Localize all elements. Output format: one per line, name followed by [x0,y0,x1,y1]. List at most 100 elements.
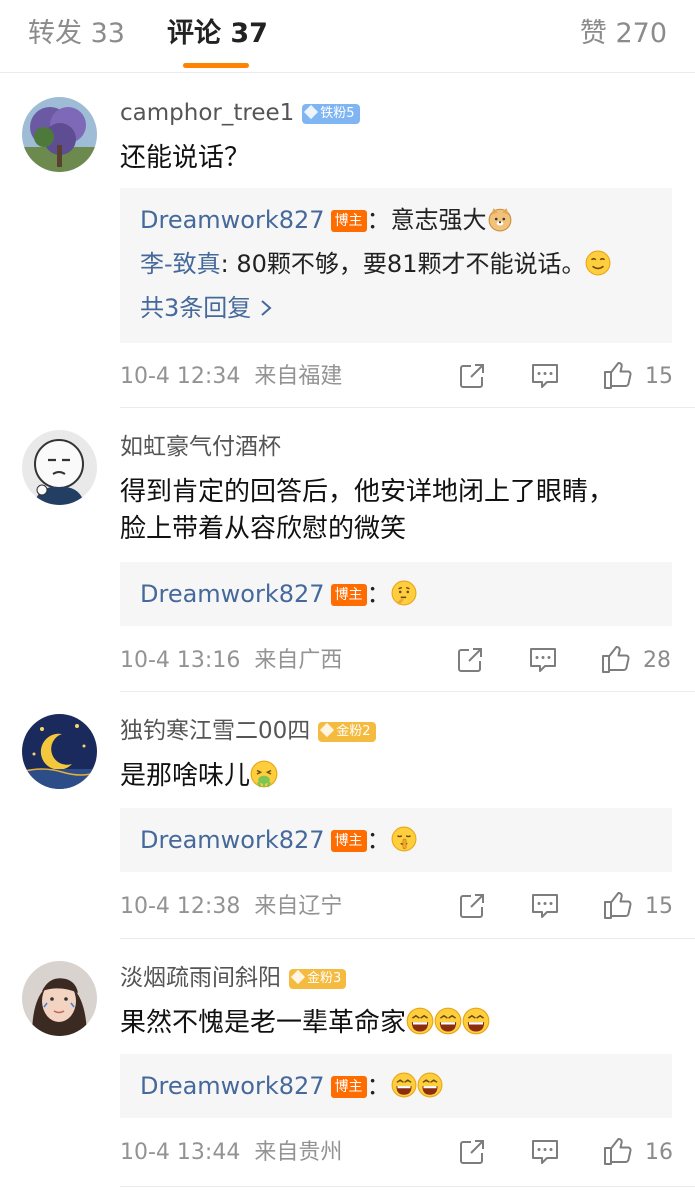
diamond-icon [320,722,335,738]
laugh-icon [391,1072,417,1098]
comment-meta: 10-4 12:38 来自辽宁 [120,892,342,922]
comment-tabs: 转发 33 评论 37 赞 270 [0,0,695,73]
comment-location: 来自福建 [254,364,343,389]
username-text[interactable]: 如虹豪气付酒杯 [120,434,281,460]
reply-line: Dreamwork827 博主： [140,824,417,856]
author-badge: 博主 [330,1076,367,1098]
comment-text-content: 是那啥味儿 [120,761,251,791]
chevron-right-icon [261,300,272,316]
reply-comment-icon[interactable] [530,892,560,920]
comment-text: 还能说话？ [120,143,251,173]
tab-reposts[interactable]: 转发 33 [28,14,125,54]
like-count: 15 [645,894,673,919]
shush-icon [391,826,417,852]
reply-author[interactable]: Dreamwork827 [140,826,325,854]
comment-text: 果然不愧是老一辈革命家 [120,1005,680,1042]
comment-time: 10-4 13:16 [120,648,241,673]
author-badge: 博主 [330,830,367,852]
share-icon[interactable] [458,1138,486,1166]
avatar[interactable] [22,430,97,505]
comment-meta: 10-4 12:34 来自福建 [120,362,342,392]
smirk-icon [585,250,611,276]
fan-badge[interactable]: 铁粉5 [302,104,360,124]
laugh-icon [434,1007,462,1035]
username-text[interactable]: 淡烟疏雨间斜阳 [120,965,281,991]
divider [120,938,695,939]
avatar[interactable] [22,97,97,172]
reply-separator: ： [366,1072,391,1100]
reply-comment-icon[interactable] [528,646,558,674]
like-count: 28 [643,648,671,673]
reply-box[interactable]: Dreamwork827 博主： [120,808,672,872]
divider [120,407,695,408]
divider [120,1186,695,1187]
vomit-icon [250,760,278,788]
username-text[interactable]: camphor_tree1 [120,100,294,126]
avatar[interactable] [22,961,97,1036]
comment-meta: 10-4 13:16 来自广西 [120,646,342,676]
like-count: 15 [645,364,673,389]
like-icon[interactable] [602,1135,634,1167]
more-replies-link[interactable]: 共3条回复 [140,292,273,324]
reply-separator: : [220,250,229,278]
share-icon[interactable] [456,646,484,674]
reply-separator: ： [366,826,391,854]
username[interactable]: 独钓寒江雪二00四 金粉2 [120,716,376,746]
comment-text-content: 果然不愧是老一辈革命家 [120,1008,407,1038]
comment-time: 10-4 12:34 [120,364,241,389]
laugh-icon [417,1072,443,1098]
avatar[interactable] [22,714,97,789]
diamond-icon [290,969,306,985]
reply-box[interactable]: Dreamwork827 博主： [120,1054,672,1118]
fan-badge[interactable]: 金粉2 [318,722,376,742]
active-tab-indicator [183,63,249,68]
comment-text: 是那啥味儿 [120,758,680,795]
fan-badge-label: 金粉2 [336,724,371,739]
share-icon[interactable] [458,892,486,920]
username[interactable]: 淡烟疏雨间斜阳 金粉3 [120,963,347,993]
comment-time: 10-4 13:44 [120,1140,241,1165]
comment-location: 来自辽宁 [254,894,343,919]
reply-author[interactable]: 李-致真 [140,250,221,278]
reply-author[interactable]: Dreamwork827 [140,206,325,234]
comment-time: 10-4 12:38 [120,894,241,919]
diamond-icon [304,104,319,120]
like-icon[interactable] [602,359,634,391]
divider [120,691,695,692]
comment-meta: 10-4 13:44 来自贵州 [120,1138,342,1168]
reply-text: 80颗不够，要81颗才不能说话。 [228,250,586,278]
laugh-icon [406,1007,434,1035]
reply-comment-icon[interactable] [530,362,560,390]
like-icon[interactable] [602,889,634,921]
more-replies-label: 共3条回复 [140,294,259,322]
reply-separator: ： [366,580,391,608]
reply-author[interactable]: Dreamwork827 [140,1072,325,1100]
reply-box[interactable]: Dreamwork827 博主 ：意志强大 李-致真: 80颗不够，要81颗才不能说… [120,188,672,343]
reply-text: 意志强大 [390,206,487,234]
reply-separator: ： [366,206,391,234]
share-icon[interactable] [458,362,486,390]
author-badge: 博主 [330,210,367,232]
username[interactable]: 如虹豪气付酒杯 [120,432,281,462]
comment-location: 来自广西 [254,648,343,673]
doge-icon [488,208,511,232]
thinking-icon [391,580,417,606]
tab-likes[interactable]: 赞 270 [580,14,667,54]
reply-line: Dreamwork827 博主： [140,1070,443,1102]
reply-author[interactable]: Dreamwork827 [140,580,325,608]
fan-badge[interactable]: 金粉3 [289,969,347,989]
like-count: 16 [645,1140,673,1165]
comment-location: 来自贵州 [254,1140,343,1165]
comment-text-line: 脸上带着从容欣慰的微笑 [120,514,407,544]
comment-text: 得到肯定的回答后，他安详地闭上了眼睛， 脸上带着从容欣慰的微笑 [120,474,680,548]
username[interactable]: camphor_tree1 铁粉5 [120,98,360,128]
like-icon[interactable] [600,643,632,675]
fan-badge-label: 金粉3 [307,971,342,986]
reply-line: 李-致真: 80颗不够，要81颗才不能说话。 [140,248,611,280]
reply-comment-icon[interactable] [530,1138,560,1166]
laugh-icon [462,1007,490,1035]
username-text[interactable]: 独钓寒江雪二00四 [120,718,310,744]
reply-box[interactable]: Dreamwork827 博主： [120,562,672,626]
comment-text-line: 得到肯定的回答后，他安详地闭上了眼睛， [120,477,615,507]
fan-badge-label: 铁粉5 [320,106,355,121]
